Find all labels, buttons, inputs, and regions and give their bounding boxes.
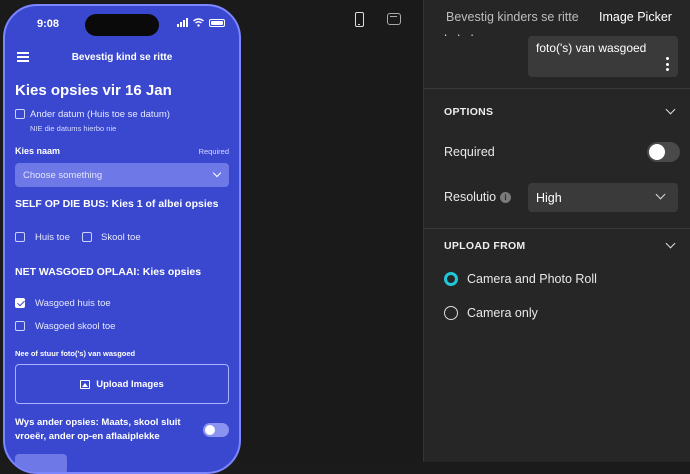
phone-icon[interactable] [355, 12, 364, 27]
laundry-section-title: NET WASGOED OPLAAI: Kies opsies [15, 266, 202, 278]
chevron-down-icon[interactable] [665, 238, 676, 249]
laundry-home-checkbox[interactable] [15, 298, 25, 308]
image-icon [80, 379, 91, 389]
radio-camera-and-photo-roll-label: Camera and Photo Roll [467, 272, 597, 286]
status-bar: 9:08 [5, 6, 239, 42]
child-select[interactable]: Choose something [15, 163, 229, 187]
status-time: 9:08 [37, 18, 60, 30]
status-icons [177, 18, 225, 27]
chevron-down-icon [212, 168, 222, 178]
resolution-value: High [536, 191, 562, 205]
radio-camera-only-label: Camera only [467, 306, 538, 320]
options-section-title[interactable]: OPTIONS [444, 106, 493, 118]
bus-home-checkbox[interactable] [15, 232, 25, 242]
laundry-school-checkbox[interactable] [15, 321, 25, 331]
phone-notch [85, 14, 159, 36]
radio-camera-only[interactable] [444, 306, 458, 320]
upload-from-section-title[interactable]: UPLOAD FROM [444, 240, 525, 252]
submit-button[interactable] [15, 454, 67, 472]
tab-image-picker[interactable]: Image Picker [599, 10, 672, 24]
required-tag: Required [198, 147, 229, 156]
bus-school-label: Skool toe [101, 232, 141, 243]
signal-icon [177, 18, 188, 27]
upload-images-label: Upload Images [96, 378, 164, 390]
other-date-label: Ander datum (Huis toe se datum) [30, 109, 170, 120]
other-date-hint: NIE die datums hierbo nie [30, 124, 117, 133]
divider [424, 88, 690, 89]
bus-home-label: Huis toe [35, 232, 70, 243]
radio-camera-and-photo-roll[interactable] [444, 272, 458, 286]
tablet-icon[interactable] [387, 13, 401, 25]
page-heading: Kies opsies vir 16 Jan [15, 82, 172, 99]
more-vert-icon[interactable] [666, 57, 669, 74]
preview-canvas: 9:08 Bevestig kind se ritte Kies opsies … [0, 0, 423, 474]
label-input-value: foto('s) van wasgoed [536, 41, 647, 55]
resolution-label: Resolution [444, 190, 496, 204]
label-field-label: Label [444, 26, 473, 36]
phone-preview: 9:08 Bevestig kind se ritte Kies opsies … [3, 4, 241, 474]
child-field-label: Kies naam [15, 146, 61, 156]
child-select-placeholder: Choose something [23, 170, 103, 181]
info-icon[interactable]: i [500, 192, 511, 203]
other-options-toggle[interactable] [203, 423, 229, 437]
chevron-down-icon[interactable] [665, 104, 676, 115]
required-label: Required [444, 145, 495, 159]
required-switch[interactable] [647, 142, 680, 162]
bus-section-title: SELF OP DIE BUS: Kies 1 of albei opsies [15, 198, 219, 210]
upload-images-button[interactable]: Upload Images [15, 364, 229, 404]
app-bar: Bevestig kind se ritte [5, 44, 239, 70]
label-input[interactable]: foto('s) van wasgoed [528, 36, 678, 77]
battery-icon [209, 18, 225, 27]
wifi-icon [193, 18, 204, 27]
resolution-select[interactable]: High [528, 183, 678, 212]
tab-screen[interactable]: Bevestig kinders se ritte [446, 10, 591, 24]
other-date-checkbox[interactable] [15, 109, 25, 119]
laundry-home-label: Wasgoed huis toe [35, 298, 111, 309]
photo-field-label: Nee of stuur foto('s) van wasgoed [15, 349, 136, 358]
other-options-label: Wys ander opsies: Maats, skool sluit vro… [15, 417, 181, 442]
properties-panel: Bevestig kinders se ritte Image Picker L… [423, 0, 690, 462]
divider [424, 228, 690, 229]
bus-school-checkbox[interactable] [82, 232, 92, 242]
chevron-down-icon [655, 189, 666, 200]
laundry-school-label: Wasgoed skool toe [35, 321, 116, 332]
app-title: Bevestig kind se ritte [71, 52, 173, 63]
